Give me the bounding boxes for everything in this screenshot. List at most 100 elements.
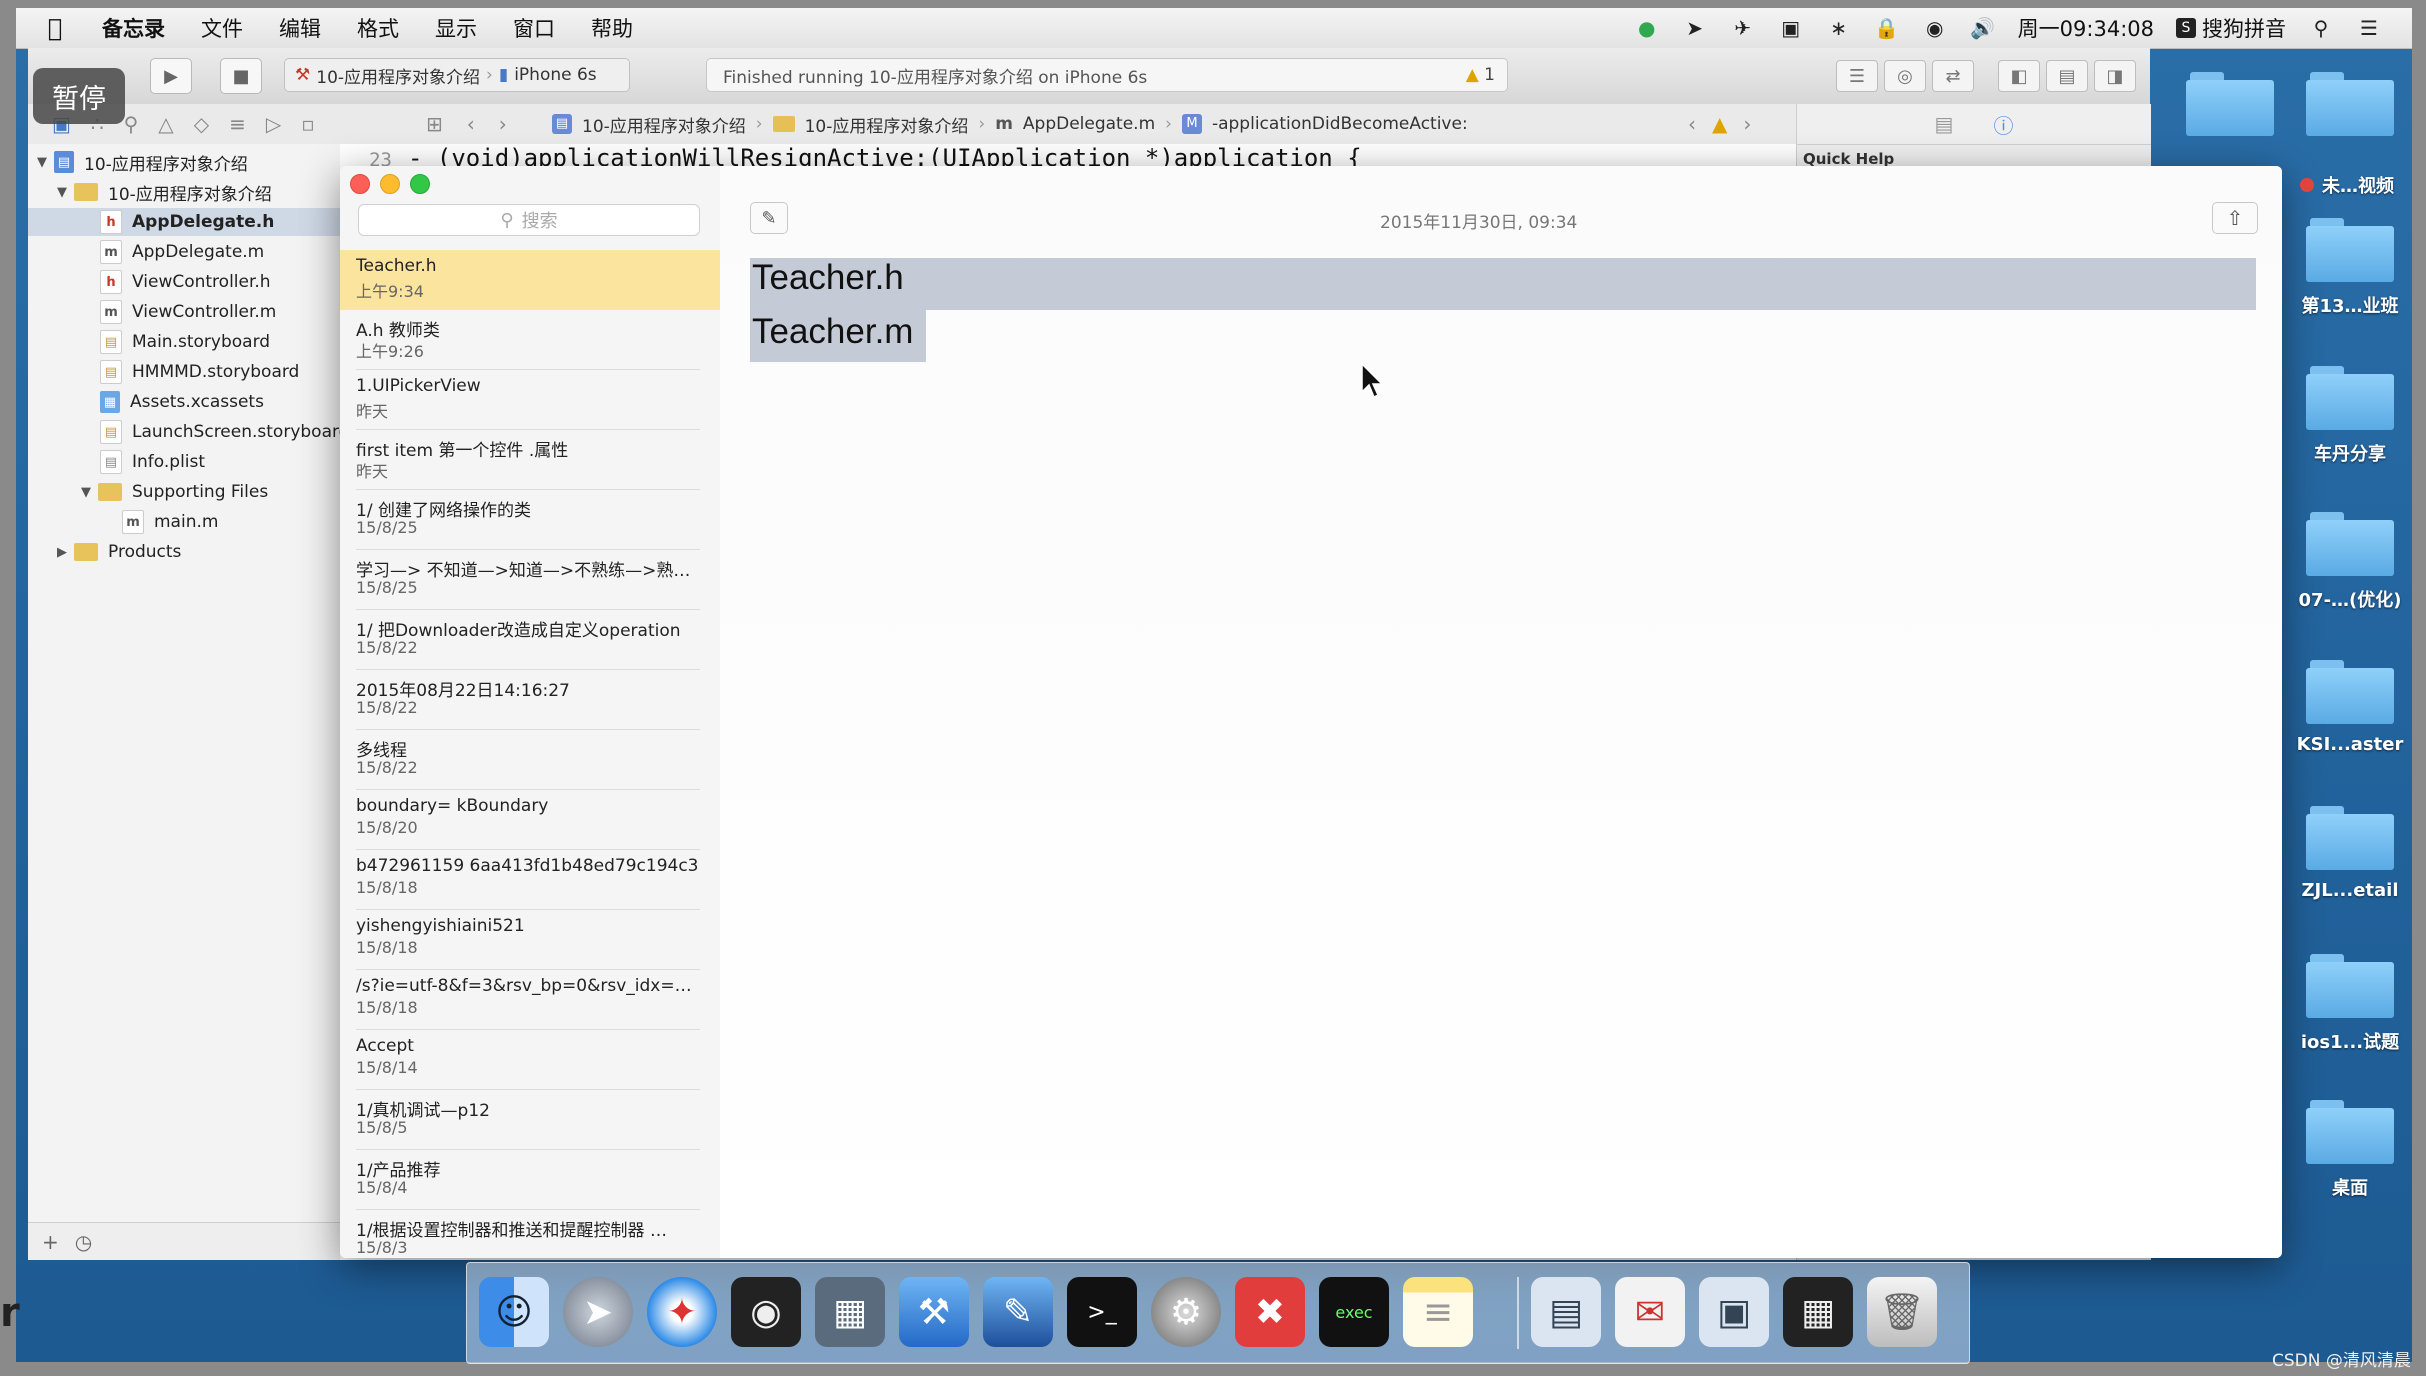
prev-issue-icon[interactable]: ‹ [1688, 112, 1696, 136]
toggle-navigator-button[interactable]: ◧ [1998, 60, 2040, 92]
scheme-selector[interactable]: ⚒ 10-应用程序对象介绍 › ▮ iPhone 6s [284, 58, 630, 92]
tree-item-info-plist[interactable]: ▤ Info.plist [100, 448, 205, 476]
photo-booth-icon[interactable]: ▦ [815, 1277, 885, 1347]
menu-file[interactable]: 文件 [201, 13, 243, 43]
disclosure-triangle-icon[interactable]: ▶ [54, 545, 70, 560]
note-item[interactable]: /s?ie=utf-8&f=3&rsv_bp=0&rsv_idx=1… 15/8… [340, 970, 720, 1030]
notification-center-icon[interactable]: ☰ [2356, 15, 2382, 41]
note-item[interactable]: 1/ 创建了网络操作的类 15/8/25 [340, 490, 720, 550]
find-navigator-icon[interactable]: ⚲ [124, 112, 139, 136]
breadcrumb-project[interactable]: 10-应用程序对象介绍 [582, 112, 746, 137]
xcode-icon[interactable]: ⚒ [899, 1277, 969, 1347]
desktop-folder[interactable]: ZJL...etail [2300, 806, 2400, 901]
recent-files-icon[interactable]: ◷ [75, 1230, 92, 1254]
note-item[interactable]: 1/根据设置控制器和推送和提醒控制器 … 15/8/3 [340, 1210, 720, 1258]
test-navigator-icon[interactable]: ◇ [194, 112, 209, 136]
menu-help[interactable]: 帮助 [591, 13, 633, 43]
tree-item-viewcontroller-h[interactable]: h ViewController.h [100, 268, 271, 296]
wifi-icon[interactable]: ◉ [1922, 15, 1948, 41]
tree-item-group[interactable]: ▼ 10-应用程序对象介绍 [54, 178, 272, 206]
calculator-icon[interactable]: ▦ [1783, 1277, 1853, 1347]
note-item[interactable]: 多线程 15/8/22 [340, 730, 720, 790]
report-navigator-icon[interactable]: ▫ [301, 112, 315, 136]
run-button[interactable]: ▶ [150, 58, 192, 94]
note-item[interactable]: first item 第一个控件 .属性 昨天 [340, 430, 720, 490]
desktop-folder[interactable] [2180, 72, 2280, 136]
note-line[interactable]: Teacher.h [752, 258, 904, 298]
menu-window[interactable]: 窗口 [513, 13, 555, 43]
menu-format[interactable]: 格式 [357, 13, 399, 43]
xmind-icon[interactable]: ✖ [1235, 1277, 1305, 1347]
input-method[interactable]: S 搜狗拼音 [2176, 13, 2286, 43]
tree-item-appdelegate-m[interactable]: m AppDelegate.m [100, 238, 264, 266]
breakpoint-navigator-icon[interactable]: ▷ [266, 112, 281, 136]
speaker-icon[interactable]: 🔊 [1970, 15, 1996, 41]
note-item[interactable]: 学习—> 不知道—>知道—>不熟练—>熟… 15/8/25 [340, 550, 720, 610]
tree-item-products[interactable]: ▶ Products [54, 538, 181, 566]
close-button[interactable] [350, 174, 370, 194]
tree-item-launchscreen[interactable]: ▤ LaunchScreen.storyboard [100, 418, 349, 446]
menu-app-notes[interactable]: 备忘录 [102, 13, 165, 43]
note-item[interactable]: 2015年08月22日14:16:27 15/8/22 [340, 670, 720, 730]
notes-app-icon[interactable]: ≡ [1403, 1277, 1473, 1347]
note-line[interactable]: Teacher.m [752, 312, 913, 352]
desktop-folder[interactable]: KSI...aster [2297, 660, 2403, 755]
toggle-utilities-button[interactable]: ◨ [2094, 60, 2136, 92]
quick-help-icon[interactable]: ⓘ [1993, 110, 2013, 139]
next-issue-icon[interactable]: › [1743, 112, 1751, 136]
disclosure-triangle-icon[interactable]: ▼ [34, 155, 50, 170]
breadcrumb-group[interactable]: 10-应用程序对象介绍 [805, 112, 969, 137]
tree-item-viewcontroller-m[interactable]: m ViewController.m [100, 298, 276, 326]
system-preferences-icon[interactable]: ⚙ [1151, 1277, 1221, 1347]
tree-item-project[interactable]: ▼ ▤ 10-应用程序对象介绍 [34, 148, 248, 176]
desktop-folder[interactable] [2300, 72, 2400, 136]
version-editor-button[interactable]: ⇄ [1932, 60, 1974, 92]
disclosure-triangle-icon[interactable]: ▼ [78, 485, 94, 500]
note-item[interactable]: 1/产品推荐 15/8/4 [340, 1150, 720, 1210]
note-item[interactable]: yishengyishiaini521 15/8/18 [340, 910, 720, 970]
airplane-icon[interactable]: ✈ [1730, 15, 1756, 41]
instruments-icon[interactable]: ✎ [983, 1277, 1053, 1347]
pause-overlay-label[interactable]: 暂停 [33, 68, 125, 124]
remote-desktop-icon[interactable]: ▣ [1699, 1277, 1769, 1347]
desktop-folder[interactable]: 车丹分享 [2300, 366, 2400, 466]
share-button[interactable]: ⇧ [2212, 202, 2258, 234]
desktop-folder[interactable]: ios1...试题 [2300, 954, 2400, 1054]
forward-chevron-icon[interactable]: › [499, 112, 507, 136]
note-item[interactable]: b472961159 6aa413fd1b48ed79c194c3 15/8/1… [340, 850, 720, 910]
breadcrumb-method[interactable]: -applicationDidBecomeActive: [1212, 114, 1468, 134]
tree-item-assets[interactable]: ▦ Assets.xcassets [100, 388, 264, 416]
menu-view[interactable]: 显示 [435, 13, 477, 43]
note-item[interactable]: Accept 15/8/14 [340, 1030, 720, 1090]
warning-badge[interactable]: ▲ 1 [1466, 65, 1495, 85]
menubar-clock[interactable]: 周一09:34:08 [2018, 13, 2154, 43]
menu-edit[interactable]: 编辑 [279, 13, 321, 43]
compose-note-button[interactable]: ✎ [750, 202, 788, 234]
note-item[interactable]: Teacher.h 上午9:34 [340, 250, 720, 310]
note-item[interactable]: 1/ 把Downloader改造成自定义operation 15/8/22 [340, 610, 720, 670]
note-item[interactable]: 1/真机调试—p12 15/8/5 [340, 1090, 720, 1150]
tree-item-hmmmd-storyboard[interactable]: ▤ HMMMD.storyboard [100, 358, 299, 386]
mail-document-icon[interactable]: ✉ [1615, 1277, 1685, 1347]
spotlight-search-icon[interactable]: ⚲ [2308, 15, 2334, 41]
desktop-folder[interactable]: 桌面 [2300, 1100, 2400, 1200]
screen-record-icon[interactable]: ▣ [1778, 15, 1804, 41]
standard-editor-button[interactable]: ☰ [1836, 60, 1878, 92]
note-item[interactable]: A.h 教师类 上午9:26 [340, 310, 720, 370]
tree-item-main-storyboard[interactable]: ▤ Main.storyboard [100, 328, 270, 356]
breadcrumb-file[interactable]: AppDelegate.m [1023, 114, 1155, 134]
desktop-folder[interactable]: 第13…业班 [2300, 218, 2400, 318]
add-file-icon[interactable]: + [42, 1230, 59, 1254]
minimize-button[interactable] [380, 174, 400, 194]
apple-menu-icon[interactable]:  [40, 14, 70, 42]
launchpad-icon[interactable]: ➤ [563, 1277, 633, 1347]
safari-icon[interactable]: ✦ [647, 1277, 717, 1347]
tree-item-appdelegate-h[interactable]: h AppDelegate.h [28, 208, 340, 236]
note-editor[interactable]: ✎ 2015年11月30日, 09:34 ⇧ Teacher.h Teacher… [720, 166, 2282, 1258]
location-arrow-icon[interactable]: ➤ [1682, 15, 1708, 41]
screen-sharing-icon[interactable]: ▤ [1531, 1277, 1601, 1347]
tree-item-supporting-files[interactable]: ▼ Supporting Files [78, 478, 268, 506]
stop-button[interactable]: ■ [220, 58, 262, 94]
zoom-button[interactable] [410, 174, 430, 194]
lock-icon[interactable]: 🔒 [1874, 15, 1900, 41]
